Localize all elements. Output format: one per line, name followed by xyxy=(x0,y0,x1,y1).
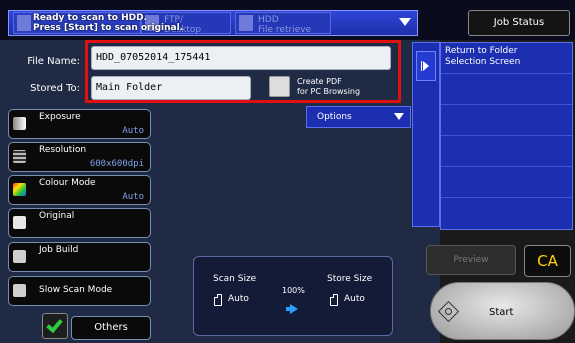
slow-scan-mode-button[interactable]: Slow Scan Mode xyxy=(8,276,151,306)
file-name-label: File Name: xyxy=(27,56,80,67)
chevron-down-icon[interactable] xyxy=(399,18,411,26)
exposure-icon xyxy=(13,117,26,130)
scan-size-label: Scan Size xyxy=(213,274,257,284)
confirm-button[interactable] xyxy=(42,313,68,339)
scan-size-panel[interactable]: Scan Size Auto 100% Store Size Auto xyxy=(193,256,393,336)
tab-hdd-file-retrieve[interactable]: HDD File retrieve xyxy=(235,12,331,35)
resolution-icon xyxy=(13,150,26,163)
list-item xyxy=(441,105,572,136)
scanner-icon xyxy=(17,15,31,31)
colour-mode-icon xyxy=(13,183,26,196)
list-item xyxy=(441,136,572,167)
expand-panel-icon[interactable] xyxy=(416,51,436,81)
ratio-value: 100% xyxy=(282,286,305,295)
others-button[interactable]: Others xyxy=(71,316,151,340)
slow-scan-icon xyxy=(13,284,26,297)
start-button[interactable]: Start xyxy=(430,282,575,340)
job-build-icon xyxy=(13,250,26,263)
list-item-return-to-folder[interactable]: Return to Folder Selection Screen xyxy=(441,43,572,74)
preview-button[interactable]: Preview xyxy=(426,245,516,275)
arrow-right-icon xyxy=(290,304,298,314)
list-item xyxy=(441,167,572,198)
status-message: Ready to scan to HDD. Press [Start] to s… xyxy=(33,13,184,33)
document-icon xyxy=(13,216,26,229)
resolution-button[interactable]: Resolution 600x600dpi xyxy=(8,142,151,172)
store-size-value: Auto xyxy=(344,294,365,304)
options-button[interactable]: Options xyxy=(306,106,411,128)
colour-mode-button[interactable]: Colour Mode Auto xyxy=(8,175,151,205)
mode-tabs: Ready to scan to HDD. Press [Start] to s… xyxy=(8,10,418,36)
job-status-button[interactable]: Job Status xyxy=(468,10,570,36)
clear-all-button[interactable]: CA xyxy=(524,245,571,277)
document-icon xyxy=(214,294,222,306)
side-panel-toggle[interactable] xyxy=(412,42,440,227)
highlight-box xyxy=(85,40,401,103)
start-icon xyxy=(437,300,460,323)
exposure-button[interactable]: Exposure Auto xyxy=(8,109,151,139)
chevron-down-icon xyxy=(394,113,404,120)
side-action-list: Return to Folder Selection Screen xyxy=(440,42,573,230)
list-item xyxy=(441,74,572,105)
list-item xyxy=(441,198,572,229)
checkmark-icon xyxy=(46,315,63,334)
scan-size-value: Auto xyxy=(228,294,249,304)
job-build-button[interactable]: Job Build xyxy=(8,242,151,272)
store-size-label: Store Size xyxy=(327,274,373,284)
stored-to-label: Stored To: xyxy=(30,83,80,94)
document-icon xyxy=(330,294,338,306)
original-button[interactable]: Original xyxy=(8,208,151,238)
hdd-icon xyxy=(239,15,253,31)
